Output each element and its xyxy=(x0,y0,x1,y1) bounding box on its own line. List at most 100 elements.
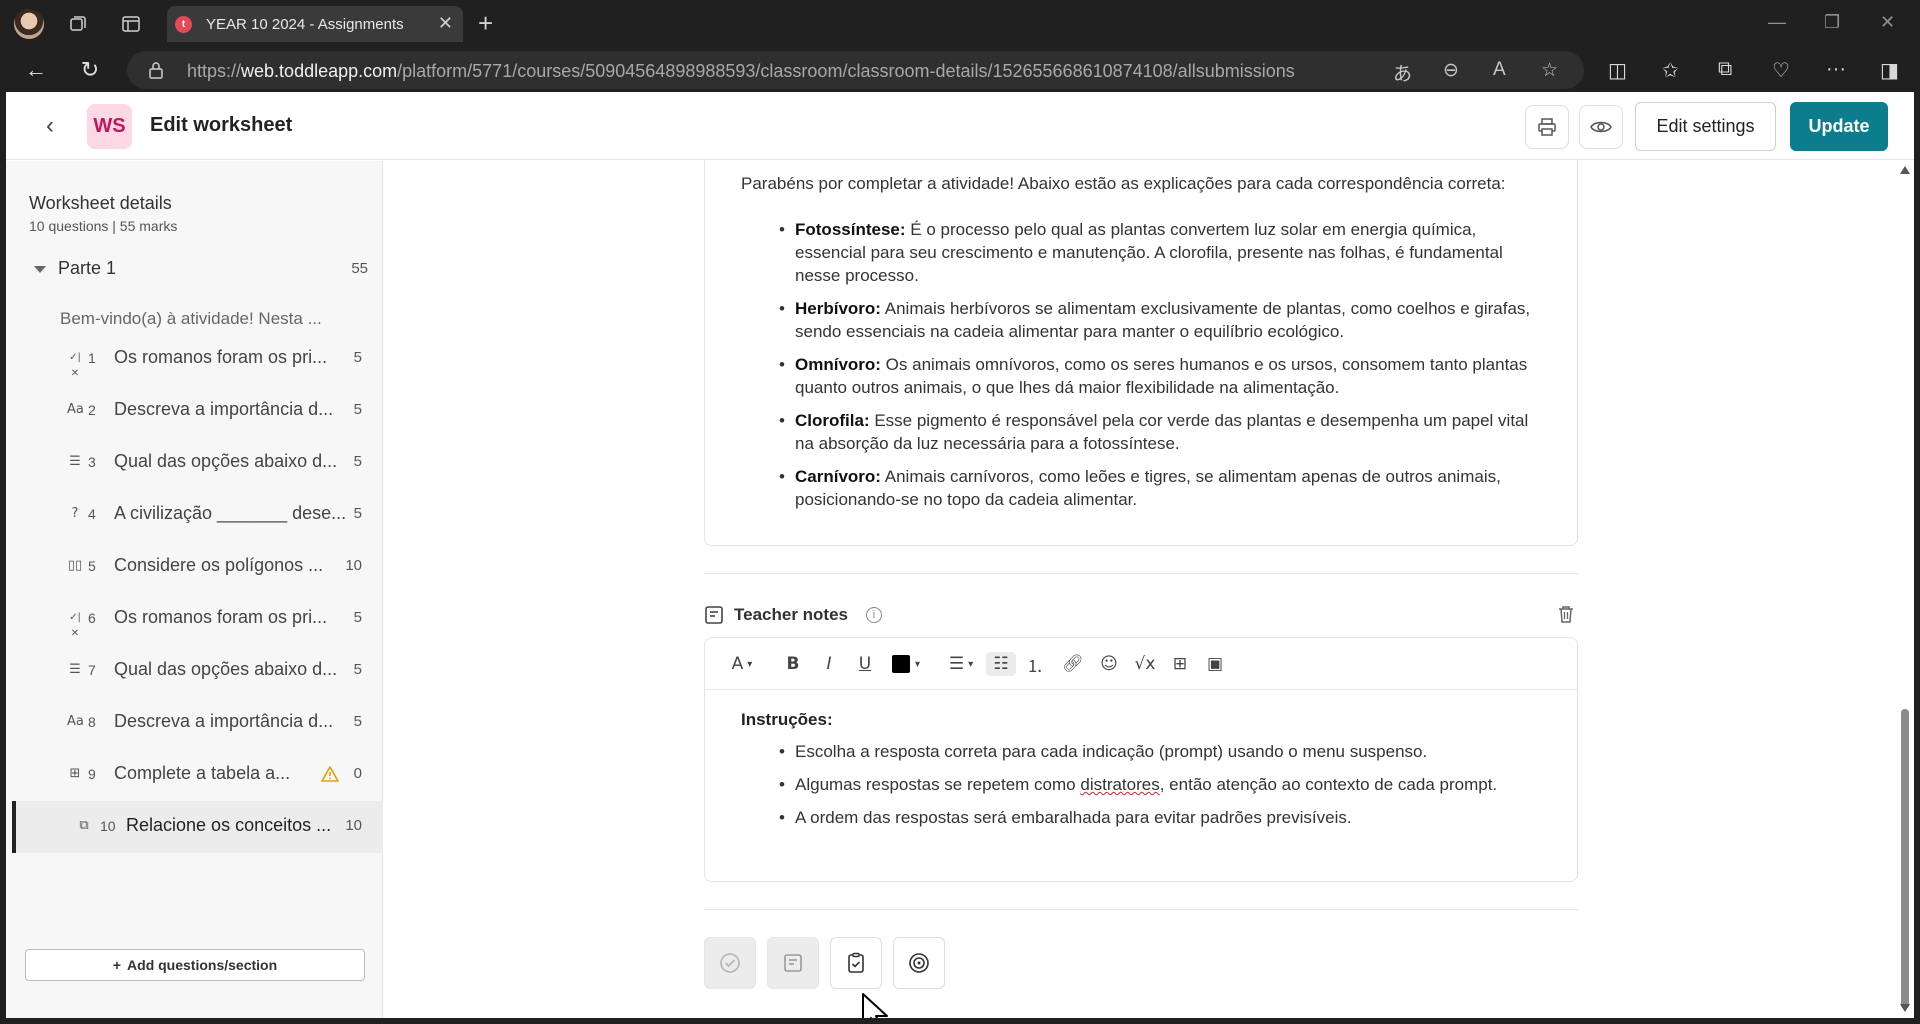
spellcheck-word[interactable]: distratores xyxy=(1080,775,1159,794)
question-item-10[interactable]: ⧉ 10 Relacione os conceitos ... 10 xyxy=(12,801,383,853)
address-bar[interactable]: https://web.toddleapp.com/platform/5771/… xyxy=(127,51,1584,89)
notes-button[interactable] xyxy=(767,937,819,989)
preview-button[interactable] xyxy=(1579,105,1623,149)
target-button[interactable] xyxy=(893,937,945,989)
browser-titlebar: t YEAR 10 2024 - Assignments ✕ + — ❐ ✕ xyxy=(0,0,1920,48)
question-marks: 10 xyxy=(345,817,362,834)
translate-icon[interactable]: あ xyxy=(1393,59,1412,86)
teacher-notes-editor[interactable]: A ▾ B I U ▾ ☰ ▾ ☷ ⒈ 🔗︎ ☺ √x ⊞ ▣ Instruções… xyxy=(704,637,1578,882)
back-chevron-icon[interactable]: ‹ xyxy=(46,112,54,140)
font-size-icon: A xyxy=(731,654,744,674)
caret-down-icon: ▾ xyxy=(747,658,753,670)
caret-down-icon[interactable] xyxy=(34,266,46,273)
edit-settings-button[interactable]: Edit settings xyxy=(1635,102,1776,151)
true-false-icon: ✓|✕ xyxy=(69,352,81,379)
question-item-1[interactable]: ✓|✕ 1 Os romanos foram os pri... 5 xyxy=(12,333,383,385)
tab-close-icon[interactable]: ✕ xyxy=(438,13,453,34)
browser-essentials-icon[interactable]: ♡ xyxy=(1772,58,1790,83)
zoom-out-icon[interactable]: ⊖ xyxy=(1443,59,1459,82)
profile-avatar[interactable] xyxy=(14,9,44,39)
minimize-icon[interactable]: — xyxy=(1768,12,1786,33)
toddle-favicon-icon: t xyxy=(175,16,192,33)
question-number: 9 xyxy=(88,766,96,782)
question-item-3[interactable]: ☰ 3 Qual das opções abaixo d... 5 xyxy=(12,437,383,489)
question-item-2[interactable]: Aa 2 Descreva a importância d... 5 xyxy=(12,385,383,437)
align-dropdown[interactable]: ☰ ▾ xyxy=(941,652,981,676)
emoji-icon[interactable]: ☺ xyxy=(1097,652,1121,676)
question-marks: 5 xyxy=(353,661,362,678)
printer-icon xyxy=(1538,118,1556,136)
underline-icon[interactable]: U xyxy=(855,652,875,676)
restore-icon[interactable]: ❐ xyxy=(1824,12,1840,33)
list-item: Herbívoro: Animais herbívoros se aliment… xyxy=(779,297,1535,343)
read-aloud-icon[interactable]: A xyxy=(1493,59,1506,81)
welcome-item[interactable]: Bem-vindo(a) à atividade! Nesta ... xyxy=(60,309,322,329)
section-part-1[interactable]: Parte 1 55 xyxy=(34,256,368,286)
text-answer-icon: Aa xyxy=(67,714,84,729)
print-button[interactable] xyxy=(1525,105,1569,149)
new-tab-icon[interactable]: + xyxy=(478,10,493,36)
text-color-dropdown[interactable]: ▾ xyxy=(889,652,923,676)
sidebar-toggle-icon[interactable]: ◨ xyxy=(1880,58,1899,83)
feedback-intro: Parabéns por completar a atividade! Abai… xyxy=(741,174,1506,193)
italic-icon[interactable]: I xyxy=(819,652,839,676)
list-item: Algumas respostas se repetem como distra… xyxy=(779,773,1561,796)
question-label: Descreva a importância d... xyxy=(114,711,334,731)
question-item-6[interactable]: ✓|✕ 6 Os romanos foram os pri... 5 xyxy=(12,593,383,645)
favorite-star-icon[interactable]: ☆ xyxy=(1541,59,1558,82)
back-arrow-icon[interactable]: ← xyxy=(20,56,52,84)
teacher-notes-label: Teacher notes xyxy=(734,605,849,624)
worksheet-badge: WS xyxy=(87,104,132,149)
question-item-4[interactable]: ? 4 A civilização _______ dese... 5 xyxy=(12,489,383,541)
editor-content[interactable]: Instruções: Escolha a resposta correta p… xyxy=(741,710,1561,839)
tab-title: YEAR 10 2024 - Assignments xyxy=(206,16,404,33)
workspaces-icon[interactable] xyxy=(64,10,92,38)
note-icon xyxy=(705,606,723,624)
add-questions-button[interactable]: + Add questions/section xyxy=(25,949,365,981)
note-icon xyxy=(784,954,802,972)
update-button[interactable]: Update xyxy=(1790,102,1888,151)
browser-tab[interactable]: t YEAR 10 2024 - Assignments ✕ xyxy=(167,6,463,42)
list-item: Fotossíntese: É o processo pelo qual as … xyxy=(779,218,1535,287)
math-icon[interactable]: √x xyxy=(1133,652,1157,676)
split-screen-icon[interactable]: ◫ xyxy=(1608,58,1627,83)
scroll-up-icon[interactable] xyxy=(1900,166,1910,174)
rubric-button[interactable] xyxy=(830,937,882,989)
sidebar-title: Worksheet details xyxy=(29,193,172,213)
question-item-7[interactable]: ☰ 7 Qual das opções abaixo d... 5 xyxy=(12,645,383,697)
trash-icon[interactable] xyxy=(1558,605,1574,623)
refresh-icon[interactable]: ↻ xyxy=(74,56,106,84)
question-number: 5 xyxy=(88,558,96,574)
close-window-icon[interactable]: ✕ xyxy=(1880,12,1895,33)
bold-icon[interactable]: B xyxy=(783,652,803,676)
plus-icon: + xyxy=(112,957,122,973)
question-item-5[interactable]: ▯▯ 5 Considere os polígonos ... 10 xyxy=(12,541,383,593)
image-insert-icon[interactable]: ▣ xyxy=(1203,652,1227,676)
tab-actions-icon[interactable] xyxy=(117,10,145,38)
bullet-list-icon[interactable]: ☷ xyxy=(986,652,1016,676)
question-label: Descreva a importância d... xyxy=(114,399,334,419)
image-question-icon: ▯▯ xyxy=(67,558,83,573)
question-item-8[interactable]: Aa 8 Descreva a importância d... 5 xyxy=(12,697,383,749)
scroll-thumb[interactable] xyxy=(1901,709,1909,1009)
info-icon[interactable]: i xyxy=(866,607,882,623)
editor-toolbar: A ▾ B I U ▾ ☰ ▾ ☷ ⒈ 🔗︎ ☺ √x ⊞ ▣ xyxy=(705,638,1577,690)
font-size-dropdown[interactable]: A ▾ xyxy=(725,652,759,676)
check-circle-icon xyxy=(720,953,740,973)
add-questions-label: Add questions/section xyxy=(127,957,278,973)
scroll-down-icon[interactable] xyxy=(1900,1004,1910,1012)
table-insert-icon[interactable]: ⊞ xyxy=(1168,652,1192,676)
page-header: ‹ WS Edit worksheet Edit settings Update xyxy=(6,92,1914,160)
question-number: 10 xyxy=(100,818,116,834)
answer-check-button[interactable] xyxy=(704,937,756,989)
feedback-card: Parabéns por completar a atividade! Abai… xyxy=(704,160,1578,546)
link-icon[interactable]: 🔗︎ xyxy=(1061,652,1085,676)
section-marks: 55 xyxy=(351,260,368,277)
numbered-list-icon[interactable]: ⒈ xyxy=(1023,652,1047,677)
favorites-icon[interactable]: ✩ xyxy=(1662,58,1679,83)
question-item-9[interactable]: ⊞ 9 Complete a tabela a... 0 xyxy=(12,749,383,801)
vertical-scrollbar[interactable] xyxy=(1896,164,1914,1014)
more-menu-icon[interactable]: ··· xyxy=(1826,58,1846,81)
collections-icon[interactable]: ⧉ xyxy=(1718,58,1732,81)
worksheet-sidebar: Worksheet details 10 questions | 55 mark… xyxy=(6,161,383,1018)
